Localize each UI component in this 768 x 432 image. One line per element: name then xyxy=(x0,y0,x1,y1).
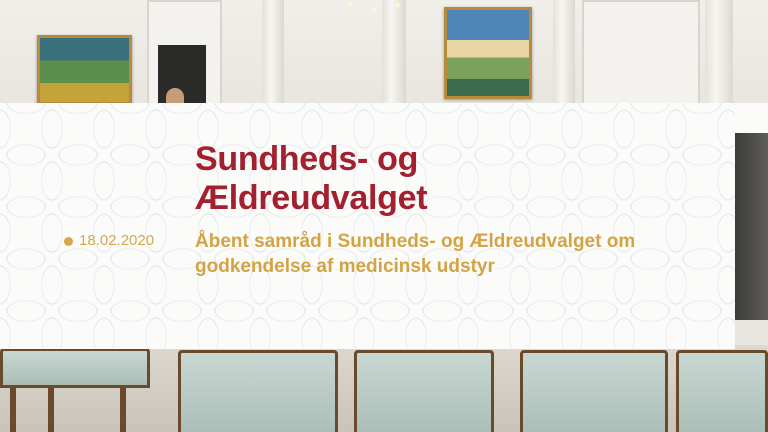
committee-title: Sundheds- og Ældreudvalget xyxy=(195,140,515,218)
wall-pilaster xyxy=(705,0,733,120)
meeting-subtitle: Åbent samråd i Sundheds- og Ældreudvalge… xyxy=(195,229,720,279)
chair xyxy=(0,348,150,388)
wall-pilaster xyxy=(382,0,406,120)
painting-left xyxy=(37,35,132,105)
chair xyxy=(178,350,338,432)
double-door xyxy=(582,0,700,120)
date-row: 18.02.2020 xyxy=(64,232,154,250)
wall-pilaster xyxy=(262,0,284,120)
meeting-table xyxy=(735,120,768,320)
meeting-date: 18.02.2020 xyxy=(79,232,155,249)
chair-leg xyxy=(120,385,126,432)
committee-title-line-2: Ældreudvalget xyxy=(195,179,428,217)
chair xyxy=(520,350,668,432)
meeting-subtitle-line-2: godkendelse af medicinsk udstyr xyxy=(195,256,495,277)
chair-leg xyxy=(48,385,54,432)
title-card-edge xyxy=(735,103,768,133)
wall-pilaster xyxy=(553,0,575,120)
meeting-subtitle-line-1: Åbent samråd i Sundheds- og Ældreudvalge… xyxy=(195,231,636,252)
chair-leg xyxy=(10,385,16,432)
chair xyxy=(676,350,768,432)
chandelier xyxy=(335,0,413,16)
committee-title-line-1: Sundheds- og xyxy=(195,140,419,178)
chair xyxy=(354,350,494,432)
painting-right xyxy=(444,7,532,99)
bullet-dot-icon xyxy=(64,236,73,246)
